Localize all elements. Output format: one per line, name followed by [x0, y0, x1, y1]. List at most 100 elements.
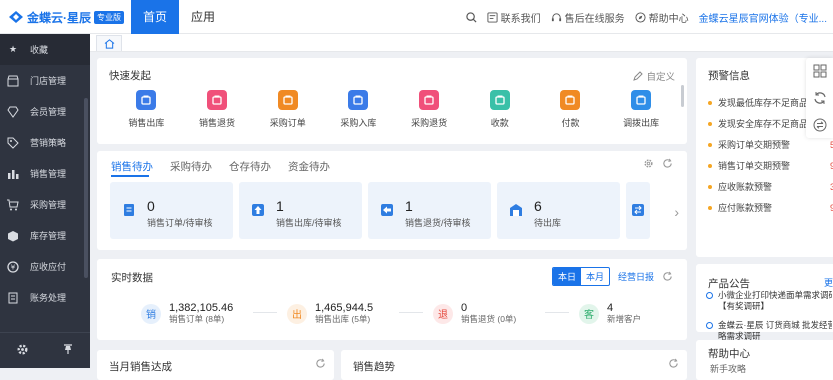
sidebar-item-favorites[interactable]: ★ 收藏 [0, 34, 90, 65]
realtime-stat[interactable]: 退 0 销售退货 (0单) [433, 302, 579, 325]
sidebar-item-label: 会员管理 [30, 107, 67, 117]
service-link[interactable]: 售后在线服务 [551, 10, 625, 25]
announcement-item[interactable]: 金蝶云·星辰 订货商城 批发经营策 略需求调研 [706, 320, 832, 342]
tab-apps[interactable]: 应用 [179, 0, 227, 34]
pin-icon[interactable] [62, 343, 74, 358]
period-today[interactable]: 本日 [552, 268, 581, 285]
quick-item[interactable]: 销售出库 [111, 90, 182, 129]
quick-item-label: 销售退货 [199, 118, 236, 128]
pending-label: 销售退货/待审核 [405, 218, 471, 228]
quick-item[interactable]: 付款 [535, 90, 606, 129]
quick-item[interactable]: 采购订单 [252, 90, 323, 129]
service-label: 售后在线服务 [564, 13, 625, 25]
warning-label: 应付账款预警 [718, 203, 773, 213]
contact-link[interactable]: 联系我们 [487, 10, 541, 25]
refresh-icon[interactable] [668, 358, 679, 369]
period-month[interactable]: 本月 [581, 268, 609, 285]
announcements-more-link[interactable]: 更 [824, 276, 833, 289]
help-center-title: 帮助中心 [708, 348, 750, 360]
quick-item[interactable]: 采购入库 [323, 90, 394, 129]
search-button[interactable] [465, 11, 477, 23]
quick-item[interactable]: 收款 [464, 90, 535, 129]
realtime-title: 实时数据 [111, 272, 153, 284]
exchange-icon[interactable] [813, 118, 827, 132]
help-guide-link[interactable]: 新手攻略 [710, 362, 746, 375]
tab-home[interactable]: 首页 [131, 0, 179, 34]
sidebar-item-store[interactable]: 门店管理 [0, 65, 90, 96]
pending-tabs: 销售待办 采购待办 仓存待办 资金待办 [111, 159, 330, 177]
stat-label: 销售订单 (8单) [169, 314, 225, 324]
edition-badge: 专业版 [94, 10, 124, 24]
gear-icon[interactable] [16, 343, 29, 359]
announcement-item[interactable]: 小微企业打印快递面单需求调研 【有奖调研】 [706, 290, 832, 312]
warning-dot-icon [708, 205, 712, 210]
warning-item[interactable]: 发现安全库存不足商品 [708, 113, 808, 134]
org-switcher[interactable]: 金蝶云星辰官网体验（专业... [699, 10, 827, 25]
pending-count: 1 [276, 198, 284, 214]
pending-box-to-ship[interactable]: 6 待出库 [497, 182, 620, 239]
stat-divider [545, 312, 569, 313]
bar-chart-icon [6, 167, 20, 181]
help-label: 帮助中心 [648, 13, 689, 25]
warning-item[interactable]: 应收账款预警35 [708, 176, 833, 197]
sidebar-item-receivable[interactable]: ¥ 应收应付 [0, 251, 90, 282]
tab-sales-pending[interactable]: 销售待办 [111, 159, 153, 174]
apps-grid-icon[interactable] [813, 64, 827, 78]
pending-box-sales-outbound[interactable]: 1 销售出库/待审核 [239, 182, 362, 239]
warning-item[interactable]: 发现最低库存不足商品 [708, 92, 808, 113]
kingdee-logo-icon [9, 11, 23, 23]
quick-item-icon [277, 90, 298, 110]
next-arrow-icon[interactable]: › [674, 204, 679, 220]
top-nav: 首页 应用 [131, 0, 227, 34]
pending-box-sales-return[interactable]: 1 销售退货/待审核 [368, 182, 491, 239]
svg-text:¥: ¥ [11, 263, 16, 271]
quick-item-label: 收款 [490, 118, 509, 128]
sidebar-item-label: 收藏 [30, 45, 49, 55]
sidebar-item-member[interactable]: 会员管理 [0, 96, 90, 127]
refresh-icon[interactable] [662, 158, 673, 169]
stat-label: 销售退货 (0单) [461, 314, 517, 324]
stat-label: 销售出库 (5单) [315, 314, 371, 324]
pending-box-sales-order[interactable]: 0 销售订单/待审核 [110, 182, 233, 239]
quick-item[interactable]: 采购退货 [394, 90, 465, 129]
realtime-stat[interactable]: 销 1,382,105.46 销售订单 (8单) [141, 302, 287, 325]
tab-warehouse-pending[interactable]: 仓存待办 [229, 159, 271, 174]
help-link[interactable]: 帮助中心 [635, 10, 689, 25]
sync-icon[interactable] [813, 91, 827, 105]
sidebar-scrollbar[interactable] [84, 98, 88, 278]
refresh-icon[interactable] [315, 358, 326, 369]
main-scrollbar[interactable] [681, 85, 684, 107]
tab-fund-pending[interactable]: 资金待办 [288, 159, 330, 174]
sidebar-item-accounting[interactable]: 账务处理 [0, 282, 90, 313]
tab-purchase-pending[interactable]: 采购待办 [170, 159, 212, 174]
sidebar-item-label: 营销策略 [30, 138, 67, 148]
stat-value: 1,465,944.5 [315, 302, 374, 314]
warning-dot-icon [708, 184, 712, 189]
transfer-icon [632, 204, 644, 216]
sidebar-item-inventory[interactable]: 库存管理 [0, 220, 90, 251]
pending-box-partial[interactable] [626, 182, 650, 239]
message-icon [487, 11, 498, 23]
pending-count: 1 [405, 198, 413, 214]
sidebar-item-sales[interactable]: 销售管理 [0, 158, 90, 189]
sidebar-item-purchase[interactable]: 采购管理 [0, 189, 90, 220]
quick-launch-title: 快速发起 [109, 70, 151, 82]
warning-item[interactable]: 采购订单交期预警 5 [708, 134, 833, 155]
settings-icon[interactable] [643, 158, 654, 169]
realtime-stat[interactable]: 出 1,465,944.5 销售出库 (5单) [287, 302, 433, 325]
home-tab[interactable] [96, 35, 122, 51]
quick-item[interactable]: 调拨出库 [606, 90, 677, 129]
sidebar-item-marketing[interactable]: 营销策略 [0, 127, 90, 158]
stat-value: 4 [607, 302, 614, 314]
warning-item[interactable]: 销售订单交期预警 9 [708, 155, 833, 176]
announcements-title: 产品公告 [708, 278, 750, 290]
daily-report-link[interactable]: 经营日报 [618, 270, 654, 283]
home-icon [104, 38, 114, 49]
refresh-icon[interactable] [662, 271, 673, 282]
pending-label: 销售出库/待审核 [276, 218, 342, 228]
brand-logo[interactable]: 金蝶云·星辰 专业版 [8, 8, 124, 26]
stat-label: 新增客户 [607, 314, 642, 324]
warning-item[interactable]: 应付账款预警 9 [708, 197, 833, 218]
customize-button[interactable]: 自定义 [633, 69, 675, 83]
quick-item[interactable]: 销售退货 [182, 90, 253, 129]
